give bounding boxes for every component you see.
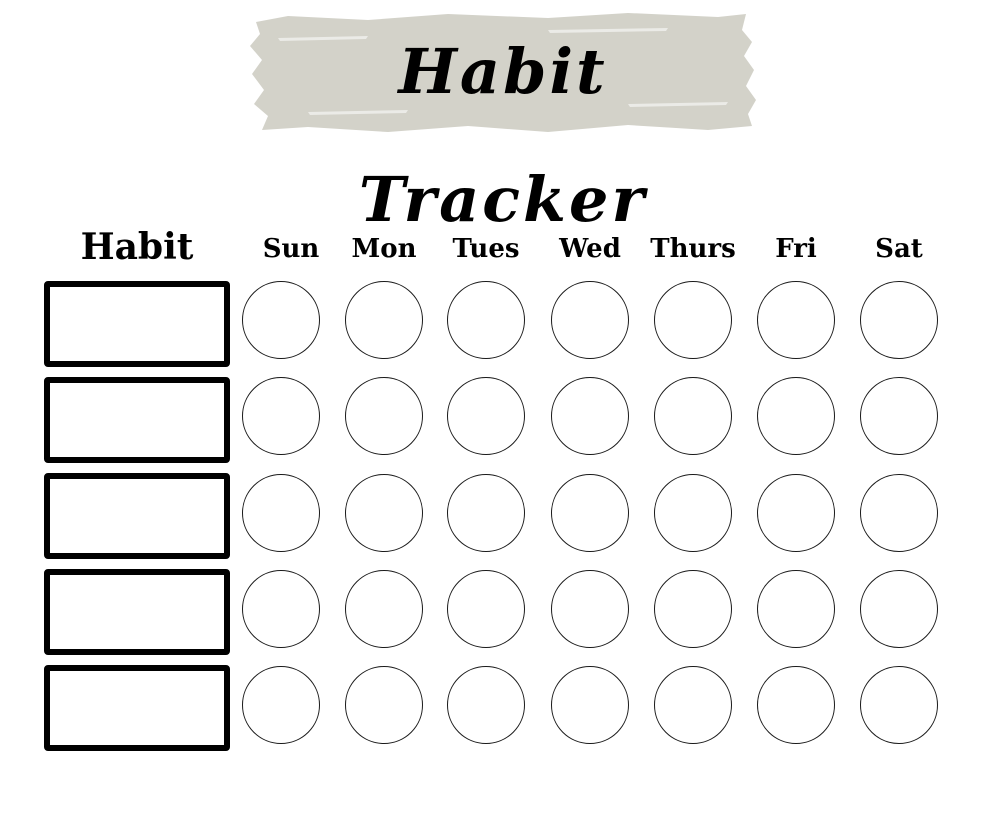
check-circle-thurs[interactable] — [654, 666, 732, 744]
check-circle-mon[interactable] — [345, 666, 423, 744]
day-label-mon: Mon — [351, 234, 417, 264]
check-circle-fri[interactable] — [757, 666, 835, 744]
check-circle-sat[interactable] — [860, 666, 938, 744]
check-circle-wed[interactable] — [551, 377, 629, 455]
check-circle-sat[interactable] — [860, 377, 938, 455]
habit-name-box[interactable] — [44, 377, 230, 463]
habit-column-header: Habit — [80, 226, 194, 268]
check-circle-sat[interactable] — [860, 570, 938, 648]
check-circle-mon[interactable] — [345, 377, 423, 455]
check-circle-sat[interactable] — [860, 281, 938, 359]
day-label-thurs: Thurs — [650, 234, 736, 264]
day-label-tues: Tues — [452, 234, 520, 264]
check-circle-mon[interactable] — [345, 281, 423, 359]
check-circle-sat[interactable] — [860, 474, 938, 552]
check-circle-sun[interactable] — [242, 570, 320, 648]
check-circle-tues[interactable] — [447, 474, 525, 552]
habit-name-box[interactable] — [44, 569, 230, 655]
check-circle-tues[interactable] — [447, 570, 525, 648]
check-circle-sun[interactable] — [242, 281, 320, 359]
day-label-sun: Sun — [262, 234, 320, 264]
day-label-sat: Sat — [875, 234, 923, 264]
title-banner: Habit Tracker — [248, 8, 758, 236]
check-circle-thurs[interactable] — [654, 281, 732, 359]
habit-name-box[interactable] — [44, 473, 230, 559]
check-circle-tues[interactable] — [447, 281, 525, 359]
check-circle-fri[interactable] — [757, 281, 835, 359]
check-circle-sun[interactable] — [242, 666, 320, 744]
check-circle-tues[interactable] — [447, 666, 525, 744]
check-circle-wed[interactable] — [551, 666, 629, 744]
check-circle-tues[interactable] — [447, 377, 525, 455]
check-circle-sun[interactable] — [242, 474, 320, 552]
check-circle-thurs[interactable] — [654, 377, 732, 455]
check-circle-wed[interactable] — [551, 281, 629, 359]
day-label-wed: Wed — [559, 234, 621, 264]
habit-name-box[interactable] — [44, 281, 230, 367]
check-circle-mon[interactable] — [345, 570, 423, 648]
day-label-fri: Fri — [775, 234, 817, 264]
check-circle-wed[interactable] — [551, 570, 629, 648]
check-circle-thurs[interactable] — [654, 570, 732, 648]
check-circle-fri[interactable] — [757, 570, 835, 648]
check-circle-thurs[interactable] — [654, 474, 732, 552]
check-circle-mon[interactable] — [345, 474, 423, 552]
check-circle-fri[interactable] — [757, 474, 835, 552]
check-circle-fri[interactable] — [757, 377, 835, 455]
habit-name-box[interactable] — [44, 665, 230, 751]
check-circle-wed[interactable] — [551, 474, 629, 552]
check-circle-sun[interactable] — [242, 377, 320, 455]
page-title: Habit Tracker — [358, 35, 648, 236]
